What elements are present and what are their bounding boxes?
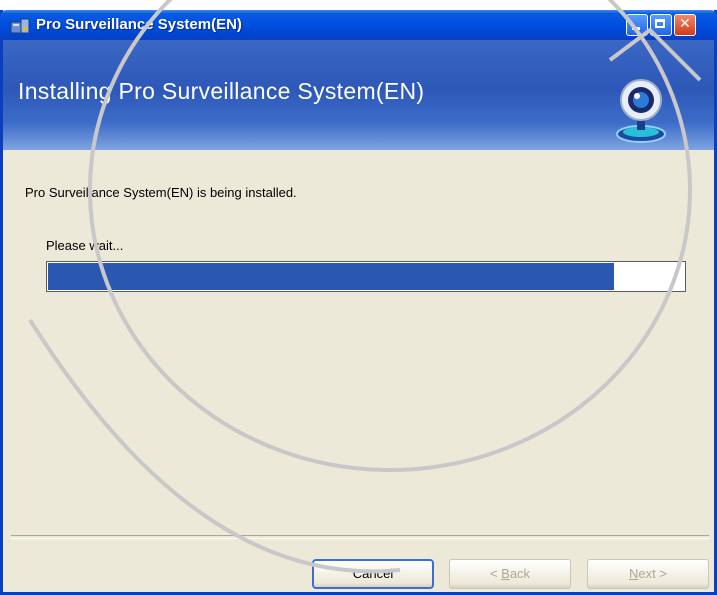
title-bar[interactable]: Pro Surveillance System(EN) [0, 10, 717, 40]
separator [11, 535, 709, 539]
content-area: Pro Surveillance System(EN) is being ins… [3, 150, 714, 530]
next-button[interactable]: Next > [587, 559, 709, 589]
back-button-accesskey: B [501, 566, 510, 581]
cancel-button[interactable]: Cancel [312, 559, 434, 589]
progress-bar [46, 261, 686, 292]
banner-heading: Installing Pro Surveillance System(EN) [18, 78, 425, 104]
wait-label: Please wait... [46, 238, 124, 253]
close-icon[interactable] [674, 14, 696, 36]
cancel-button-label: Cancel [352, 566, 394, 581]
installer-window: Pro Surveillance System(EN) Installing P… [0, 10, 717, 595]
installer-icon [10, 18, 30, 34]
back-button-prefix: < [489, 566, 502, 581]
status-message: Pro Surveillance System(EN) is being ins… [25, 185, 297, 200]
next-button-label: ext > [638, 566, 667, 581]
minimize-icon[interactable] [626, 14, 648, 36]
progress-bar-fill [48, 263, 614, 290]
maximize-icon[interactable] [650, 14, 672, 36]
back-button[interactable]: < Back [449, 559, 571, 589]
webcam-icon [616, 79, 666, 143]
next-button-accesskey: N [629, 566, 639, 581]
header-banner: Installing Pro Surveillance System(EN) [3, 40, 714, 151]
back-button-label: ack [509, 566, 531, 581]
window-title: Pro Surveillance System(EN) [36, 16, 242, 33]
